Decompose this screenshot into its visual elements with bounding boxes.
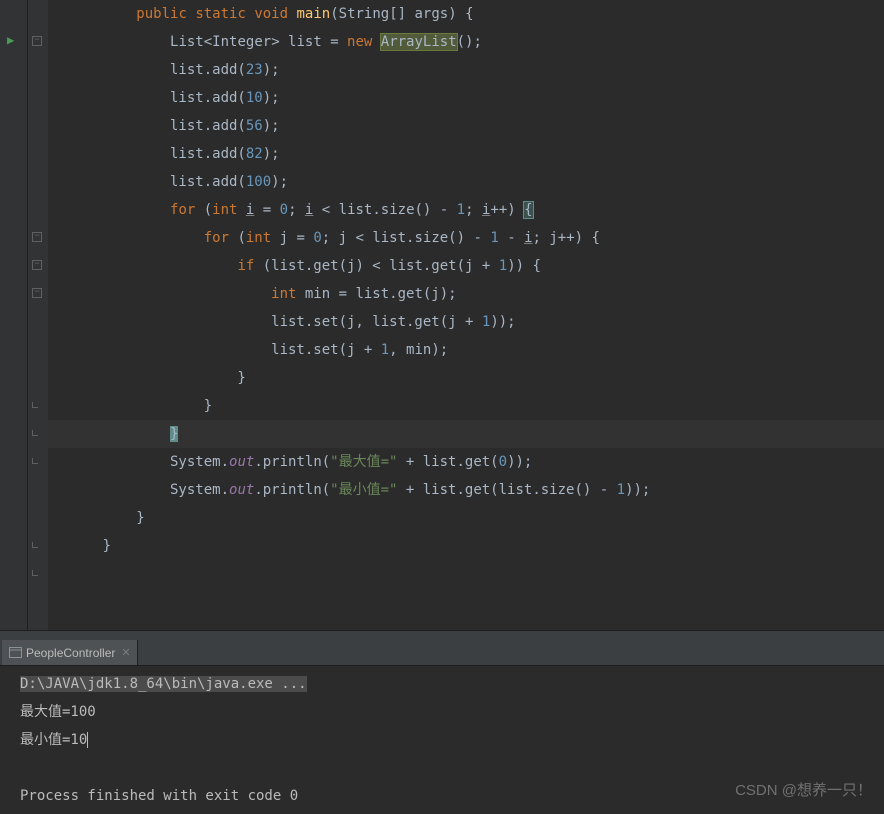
fold-close-icon[interactable]: [32, 458, 38, 464]
run-icon[interactable]: ▶: [7, 33, 14, 47]
code-content[interactable]: public static void main(String[] args) {…: [48, 0, 884, 630]
code-line[interactable]: }: [48, 392, 884, 420]
fold-close-icon[interactable]: [32, 570, 38, 576]
console-command: D:\JAVA\jdk1.8_64\bin\java.exe ...: [2, 670, 882, 698]
console-line: 最大值=100: [2, 698, 882, 726]
code-line[interactable]: System.out.println("最小值=" + list.get(lis…: [48, 476, 884, 504]
console-tab[interactable]: PeopleController ✕: [2, 640, 138, 665]
code-line[interactable]: list.set(j, list.get(j + 1));: [48, 308, 884, 336]
fold-close-icon[interactable]: [32, 402, 38, 408]
fold-close-icon[interactable]: [32, 430, 38, 436]
console-tab-bar: PeopleController ✕: [0, 640, 884, 666]
fold-column[interactable]: − − − −: [28, 0, 48, 630]
close-icon[interactable]: ✕: [121, 646, 130, 659]
code-line[interactable]: list.add(100);: [48, 168, 884, 196]
fold-close-icon[interactable]: [32, 542, 38, 548]
code-line[interactable]: list.add(56);: [48, 112, 884, 140]
code-line[interactable]: list.add(10);: [48, 84, 884, 112]
code-line[interactable]: list.set(j + 1, min);: [48, 336, 884, 364]
console-line: 最小值=10: [2, 726, 882, 754]
fold-open-icon[interactable]: −: [32, 288, 42, 298]
editor-gutter: ▶: [0, 0, 28, 630]
code-line[interactable]: }: [48, 364, 884, 392]
code-line[interactable]: }: [48, 420, 884, 448]
code-editor[interactable]: ▶ − − − − public static void main(String[] …: [0, 0, 884, 630]
code-line[interactable]: list.add(23);: [48, 56, 884, 84]
code-line[interactable]: }: [48, 532, 884, 560]
code-line[interactable]: }: [48, 504, 884, 532]
horizontal-scrollbar[interactable]: [0, 630, 884, 640]
code-line[interactable]: [48, 560, 884, 588]
code-line[interactable]: for (int j = 0; j < list.size() - 1 - i;…: [48, 224, 884, 252]
code-line[interactable]: for (int i = 0; i < list.size() - 1; i++…: [48, 196, 884, 224]
code-line[interactable]: public static void main(String[] args) {: [48, 0, 884, 28]
fold-open-icon[interactable]: −: [32, 232, 42, 242]
console-line: [2, 754, 882, 782]
fold-open-icon[interactable]: −: [32, 260, 42, 270]
tab-label: PeopleController: [26, 646, 115, 660]
fold-open-icon[interactable]: −: [32, 36, 42, 46]
code-line[interactable]: list.add(82);: [48, 140, 884, 168]
code-line[interactable]: if (list.get(j) < list.get(j + 1)) {: [48, 252, 884, 280]
code-line[interactable]: System.out.println("最大值=" + list.get(0))…: [48, 448, 884, 476]
window-icon: [8, 646, 22, 660]
watermark: CSDN @想养一只！: [735, 779, 872, 800]
code-line[interactable]: int min = list.get(j);: [48, 280, 884, 308]
code-line[interactable]: List<Integer> list = new ArrayList();: [48, 28, 884, 56]
